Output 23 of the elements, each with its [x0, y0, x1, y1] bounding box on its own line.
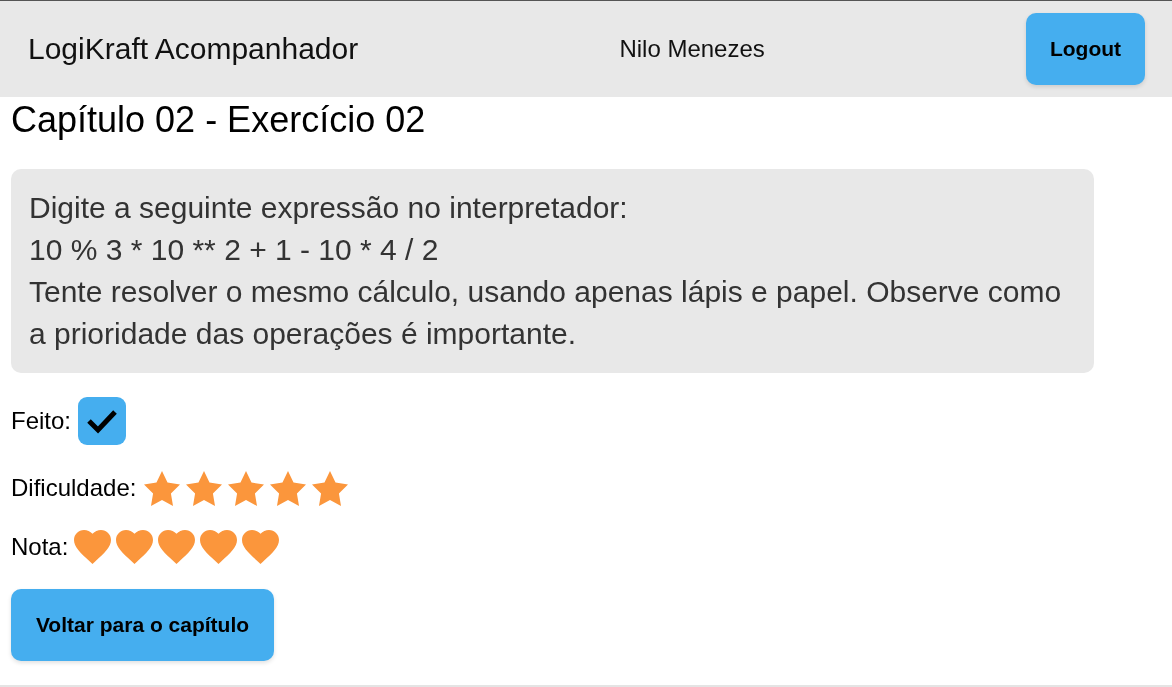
star-icon — [270, 470, 307, 506]
done-checkbox[interactable] — [78, 397, 127, 445]
checkmark-icon — [86, 408, 119, 434]
logout-button[interactable]: Logout — [1026, 13, 1145, 85]
heart-icon — [242, 530, 280, 564]
grade-label: Nota: — [11, 533, 69, 561]
back-to-chapter-button[interactable]: Voltar para o capítulo — [11, 589, 274, 661]
done-label: Feito: — [11, 407, 72, 435]
difficulty-label: Dificuldade: — [11, 474, 137, 502]
heart-icon — [74, 530, 112, 564]
heart-icon — [116, 530, 154, 564]
instruction-text: Digite a seguinte expressão no interpretador: — [29, 190, 629, 226]
star-icon — [312, 470, 349, 506]
instruction-text: Tente resolver o mesmo cálculo, usando apenas lápis e papel. Observe como a prioridade das operações é importante. — [29, 274, 1063, 352]
star-icon — [186, 470, 223, 506]
user-name: Nilo Menezes — [619, 35, 765, 63]
app-title: LogiKraft Acompanhador — [28, 32, 359, 66]
heart-icon — [200, 530, 238, 564]
star-icon — [144, 470, 181, 506]
instruction-text: 10 % 3 * 10 ** 2 + 1 - 10 * 4 / 2 — [29, 232, 440, 268]
heart-icon — [158, 530, 196, 564]
star-icon — [228, 470, 265, 506]
exercise-title: Capítulo 02 - Exercício 02 — [11, 99, 426, 141]
